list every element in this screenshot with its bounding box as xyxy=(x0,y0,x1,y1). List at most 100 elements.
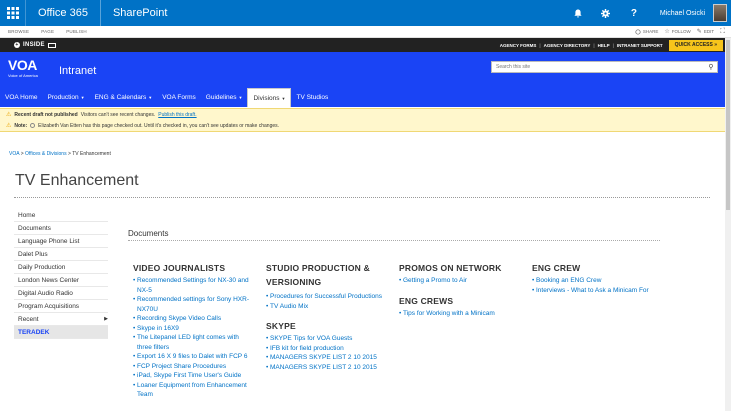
breadcrumb-offices[interactable]: Offices & Divisions xyxy=(25,151,67,157)
leftnav-label: Recent xyxy=(18,316,39,323)
user-name[interactable]: Michael Osicki xyxy=(648,10,713,17)
doc-link[interactable]: Recommended settings for Sony HXR-NX70U xyxy=(133,295,255,314)
doc-link[interactable]: iPad, Skype First Time User's Guide xyxy=(133,371,255,381)
app-launcher-icon[interactable] xyxy=(0,0,26,26)
section-title: STUDIO PRODUCTION & VERSIONING xyxy=(266,263,370,287)
nav-label: VOA Home xyxy=(5,94,38,101)
leftnav-item-london-news-center[interactable]: London News Center xyxy=(14,274,108,287)
page-scrollbar[interactable] xyxy=(725,38,731,411)
site-title[interactable]: Intranet xyxy=(59,65,96,77)
doc-link[interactable]: MANAGERS SKYPE LIST 2 10 2015 xyxy=(266,363,390,373)
inside-logo-icon: + xyxy=(14,42,20,48)
doc-link[interactable]: IFB kit for field production xyxy=(266,344,390,354)
share-label: SHARE xyxy=(642,29,659,34)
gear-icon[interactable] xyxy=(596,0,616,26)
nav-production[interactable]: Production ▼ xyxy=(43,88,90,107)
tab-publish[interactable]: PUBLISH xyxy=(58,29,91,34)
follow-label: FOLLOW xyxy=(671,29,691,34)
voa-logo[interactable]: VOA Voice of America xyxy=(8,57,48,85)
doc-link[interactable]: TV Audio Mix xyxy=(266,302,390,312)
leftnav-item-program-acquisitions[interactable]: Program Acquisitions xyxy=(14,300,108,313)
leftnav-item-digital-audio-radio[interactable]: Digital Audio Radio xyxy=(14,287,108,300)
agency-bar: + INSIDE AGENCY FORMS | AGENCY DIRECTORY… xyxy=(0,38,725,52)
doc-link[interactable]: Procedures for Successful Productions xyxy=(266,292,390,302)
chevron-down-icon: ▼ xyxy=(148,95,153,100)
link-list: Getting a Promo to Air xyxy=(399,276,524,286)
nav-divisions[interactable]: Divisions ▼ xyxy=(247,88,292,107)
link-agency-directory[interactable]: AGENCY DIRECTORY xyxy=(544,43,591,48)
leftnav-item-teradek[interactable]: TERADEK xyxy=(14,326,108,339)
nav-label: VOA Forms xyxy=(162,94,196,101)
link-list: Booking an ENG Crew Interviews - What to… xyxy=(532,276,656,295)
link-help[interactable]: HELP xyxy=(598,43,610,48)
link-intranet-support[interactable]: INTRANET SUPPORT xyxy=(617,43,663,48)
doc-link[interactable]: Loaner Equipment from Enhancement Team xyxy=(133,381,255,400)
inside-brand[interactable]: + INSIDE xyxy=(0,42,56,48)
section-title: ENG CREW xyxy=(532,263,581,273)
section-title: VIDEO JOURNALISTS xyxy=(133,263,226,273)
column-studio-production: STUDIO PRODUCTION & VERSIONING Procedure… xyxy=(266,261,390,372)
doc-link[interactable]: SKYPE Tips for VOA Guests xyxy=(266,334,390,344)
link-list: Procedures for Successful Productions TV… xyxy=(266,292,390,311)
nav-eng-calendars[interactable]: ENG & Calendars ▼ xyxy=(90,88,158,107)
scrollbar-thumb[interactable] xyxy=(726,40,730,210)
documents-heading: Documents xyxy=(128,229,169,238)
site-header: VOA Voice of America Intranet ⚲ xyxy=(0,52,725,88)
help-icon[interactable]: ? xyxy=(624,0,644,26)
quick-launch: Home Documents Language Phone List Dalet… xyxy=(14,209,108,339)
doc-link[interactable]: The Litepanel LED light comes with three… xyxy=(133,333,255,352)
quick-access-button[interactable]: QUICK ACCESS » xyxy=(668,39,723,51)
chevron-right-icon: ▶ xyxy=(104,316,108,322)
leftnav-item-recent[interactable]: Recent ▶ xyxy=(14,313,108,326)
doc-link[interactable]: FCP Project Share Procedures xyxy=(133,362,255,372)
doc-link[interactable]: MANAGERS SKYPE LIST 2 10 2015 xyxy=(266,353,390,363)
nav-voa-home[interactable]: VOA Home xyxy=(0,88,43,107)
doc-link[interactable]: Booking an ENG Crew xyxy=(532,276,656,286)
avatar[interactable] xyxy=(713,4,727,22)
page-title: TV Enhancement xyxy=(15,172,139,189)
focus-mode-icon[interactable]: ⛶ xyxy=(720,28,725,36)
tab-browse[interactable]: BROWSE xyxy=(0,29,33,34)
leftnav-item-dalet-plus[interactable]: Dalet Plus xyxy=(14,248,108,261)
doc-link[interactable]: Export 16 X 9 files to Dalet with FCP 6 xyxy=(133,352,255,362)
nav-label: ENG & Calendars xyxy=(94,94,147,101)
leftnav-item-home[interactable]: Home xyxy=(14,209,108,222)
breadcrumb-current: TV Enhancement xyxy=(72,151,111,157)
share-button[interactable]: SHARE xyxy=(635,28,659,35)
nav-voa-forms[interactable]: VOA Forms xyxy=(157,88,201,107)
tab-page[interactable]: PAGE xyxy=(33,29,58,34)
follow-star-icon: ☆ xyxy=(664,29,670,35)
leftnav-item-daily-production[interactable]: Daily Production xyxy=(14,261,108,274)
agency-links: AGENCY FORMS | AGENCY DIRECTORY | HELP |… xyxy=(500,39,725,51)
breadcrumb-voa[interactable]: VOA xyxy=(9,151,19,157)
sharepoint-link[interactable]: SharePoint xyxy=(101,0,179,26)
search-icon[interactable]: ⚲ xyxy=(705,63,717,71)
chevron-down-icon: ▼ xyxy=(238,95,243,100)
office365-link[interactable]: Office 365 xyxy=(26,0,101,26)
doc-link[interactable]: Recommended Settings for NX-30 and NX-5 xyxy=(133,276,255,295)
doc-link[interactable]: Recording Skype Video Calls xyxy=(133,314,255,324)
separator: | xyxy=(539,42,541,48)
section-title: SKYPE xyxy=(266,321,296,331)
follow-button[interactable]: ☆ FOLLOW xyxy=(664,28,690,35)
breadcrumb: VOA > Offices & Divisions > TV Enhanceme… xyxy=(9,151,111,157)
bell-icon[interactable] xyxy=(568,0,588,26)
publish-draft-link[interactable]: Publish this draft. xyxy=(158,112,196,118)
search-input[interactable] xyxy=(496,64,705,70)
leftnav-item-documents[interactable]: Documents xyxy=(14,222,108,235)
share-icon xyxy=(635,28,641,35)
link-agency-forms[interactable]: AGENCY FORMS xyxy=(500,43,537,48)
status-note-text: Elizabeth Van Etten has this page checke… xyxy=(38,122,280,129)
doc-link[interactable]: Interviews - What to Ask a Minicam For xyxy=(532,286,656,296)
nav-guidelines[interactable]: Guidelines ▼ xyxy=(201,88,248,107)
doc-link[interactable]: Getting a Promo to Air xyxy=(399,276,524,286)
edit-button[interactable]: ✎ EDIT xyxy=(697,28,714,35)
nav-tv-studios[interactable]: TV Studios xyxy=(291,88,333,107)
doc-link[interactable]: Tips for Working with a Minicam xyxy=(399,309,524,319)
status-note: ⚠ Note: Elizabeth Van Etten has this pag… xyxy=(6,120,725,131)
inside-grid-icon xyxy=(47,42,56,48)
nav-label: TV Studios xyxy=(296,94,329,101)
doc-link[interactable]: Skype in 16X9 xyxy=(133,324,255,334)
leftnav-item-language-phone-list[interactable]: Language Phone List xyxy=(14,235,108,248)
link-list: SKYPE Tips for VOA Guests IFB kit for fi… xyxy=(266,334,390,372)
